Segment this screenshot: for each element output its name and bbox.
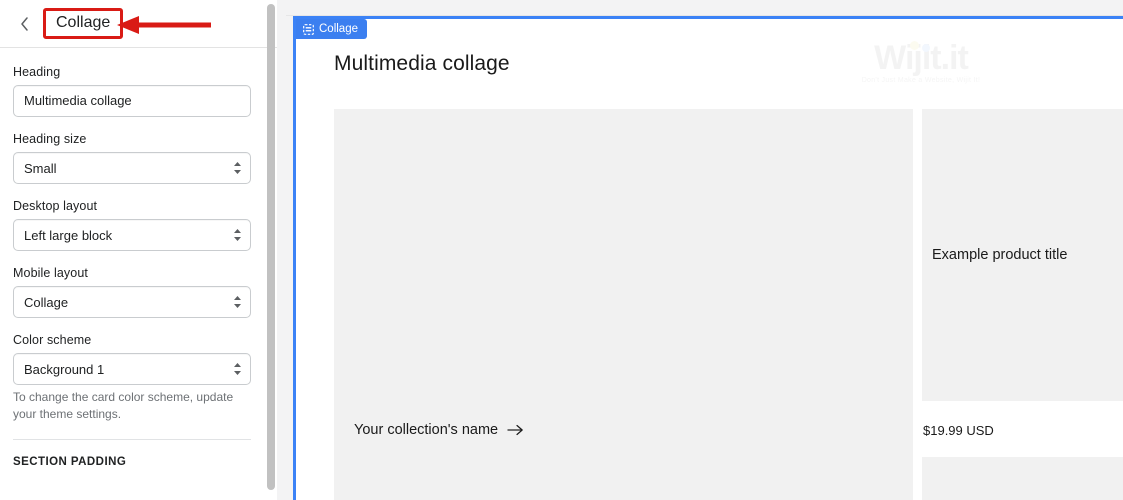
mobile-layout-select[interactable]: Collage [13, 286, 251, 318]
back-button[interactable] [11, 11, 37, 37]
heading-size-select-wrap: Small [13, 152, 251, 184]
preview-frame: Collage Wijit.it Don't Just Make a Websi… [293, 16, 1123, 500]
heading-size-select[interactable]: Small [13, 152, 251, 184]
preview-top-strip [286, 0, 1123, 16]
product-card-price: $19.99 USD [923, 423, 994, 438]
setting-mobile-layout-label: Mobile layout [13, 266, 88, 280]
setting-heading-size-label: Heading size [13, 132, 87, 146]
watermark-wordmark: Wijit.it [874, 39, 969, 77]
preview-section-heading: Multimedia collage [334, 52, 510, 75]
setting-heading-label: Heading [13, 65, 61, 79]
section-badge[interactable]: Collage [296, 19, 367, 39]
setting-desktop-layout-label: Desktop layout [13, 199, 98, 213]
desktop-layout-select[interactable]: Left large block [13, 219, 251, 251]
chevron-left-icon [19, 16, 30, 32]
sidebar-settings-list: Heading Multimedia collage Heading size … [0, 48, 277, 500]
desktop-layout-select-wrap: Left large block [13, 219, 251, 251]
sidebar-scroll-thumb[interactable] [267, 4, 275, 490]
mobile-layout-select-wrap: Collage [13, 286, 251, 318]
sidebar-header: Collage [0, 0, 277, 48]
collage-block-bottom[interactable] [922, 457, 1123, 500]
setting-mobile-layout: Mobile layout Collage [13, 265, 264, 318]
arrow-right-icon [507, 424, 524, 436]
theme-editor-window: Collage Heading Multimedia collage Headi… [0, 0, 1123, 500]
setting-color-scheme: Color scheme Background 1 [13, 332, 264, 385]
section-grid-icon [303, 23, 314, 35]
sidebar-preview-gutter [277, 0, 286, 500]
product-card-title: Example product title [932, 247, 1068, 263]
heading-input[interactable]: Multimedia collage [13, 85, 251, 117]
collage-right-column: Example product title $19.99 USD [922, 109, 1123, 500]
setting-heading-size: Heading size Small [13, 131, 264, 184]
panel-title-highlight: Collage [43, 8, 124, 39]
setting-color-scheme-label: Color scheme [13, 333, 92, 347]
section-padding-caption: SECTION PADDING [13, 456, 127, 468]
setting-heading: Heading Multimedia collage [13, 64, 264, 117]
section-badge-label: Collage [319, 23, 358, 35]
annotation-arrow-icon [115, 16, 211, 34]
watermark-dot-blue [922, 44, 930, 52]
watermark-tagline: Don't Just Make a Website, Wijit It! [861, 77, 981, 84]
setting-desktop-layout: Desktop layout Left large block [13, 198, 264, 251]
color-scheme-help-text: To change the card color scheme, update … [13, 390, 234, 421]
wijit-watermark-logo: Wijit.it Don't Just Make a Website, Wiji… [855, 39, 987, 105]
collage-grid: Your collection's name Example product t… [334, 109, 1123, 500]
theme-preview-area: Collage Wijit.it Don't Just Make a Websi… [286, 0, 1123, 500]
settings-divider [13, 439, 251, 440]
collage-block-product[interactable]: Example product title [922, 109, 1123, 401]
sidebar-scrollbar[interactable] [267, 2, 275, 498]
color-scheme-select[interactable]: Background 1 [13, 353, 251, 385]
settings-sidebar: Collage Heading Multimedia collage Headi… [0, 0, 277, 500]
color-scheme-select-wrap: Background 1 [13, 353, 251, 385]
collage-block-collection[interactable]: Your collection's name [334, 109, 913, 500]
collection-card-title: Your collection's name [354, 422, 499, 438]
collection-card-caption[interactable]: Your collection's name [354, 422, 524, 438]
page-title: Collage [56, 14, 111, 31]
watermark-dot-yellow [910, 41, 919, 50]
